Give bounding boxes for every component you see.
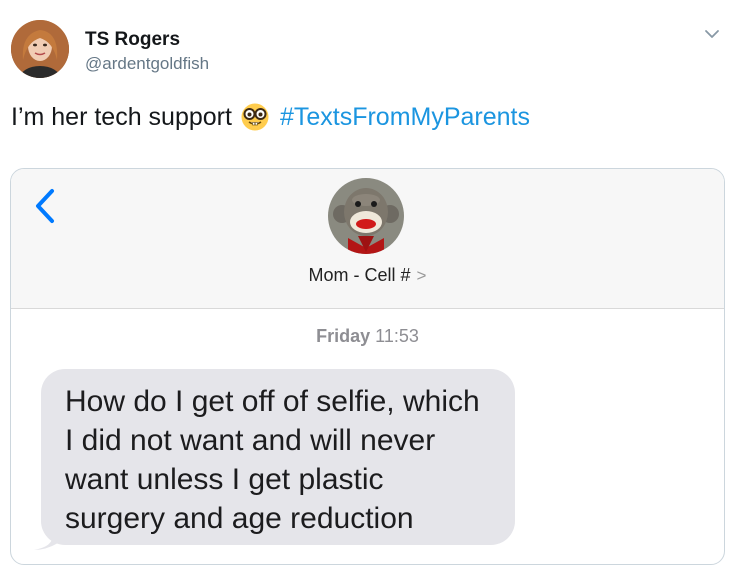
timestamp-day: Friday xyxy=(316,326,371,346)
contact-name-label: Mom - Cell # xyxy=(308,265,411,285)
timestamp-time: 11:53 xyxy=(375,326,419,346)
author-name[interactable]: TS Rogers xyxy=(85,29,180,51)
tweet-body: I’m her tech support xyxy=(11,102,232,131)
contact-avatar[interactable] xyxy=(328,178,404,254)
author-avatar-image xyxy=(11,20,69,78)
attached-image[interactable]: Mom - Cell # > Friday 11:53 How do I get … xyxy=(10,168,725,565)
tweet-text: I’m her tech support #TextsFromMyParents xyxy=(11,102,530,132)
message-timestamp: Friday 11:53 xyxy=(11,326,724,347)
message-line: want unless I get plastic xyxy=(65,463,384,496)
message-line: I did not want and will never xyxy=(65,424,436,457)
nerd-face-emoji xyxy=(241,103,269,131)
chevron-down-icon[interactable] xyxy=(704,26,720,42)
chevron-left-icon[interactable] xyxy=(33,187,57,225)
chevron-right-icon: > xyxy=(416,266,427,285)
author-avatar[interactable] xyxy=(11,20,69,78)
messages-header: Mom - Cell # > xyxy=(11,169,724,309)
message-line: How do I get off of selfie, which xyxy=(65,385,480,418)
hashtag-link[interactable]: #TextsFromMyParents xyxy=(280,103,530,132)
contact-name[interactable]: Mom - Cell # > xyxy=(11,265,724,286)
sock-monkey-avatar-image xyxy=(328,178,404,254)
message-line: surgery and age reduction xyxy=(65,502,414,535)
author-handle[interactable]: @ardentgoldfish xyxy=(85,54,209,74)
incoming-message-bubble: How do I get off of selfie, which I did … xyxy=(41,369,515,545)
